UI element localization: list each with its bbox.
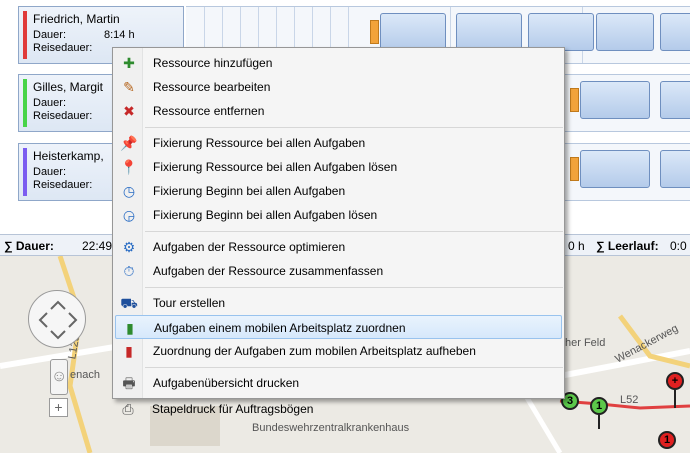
- clock-pin-icon: ◷: [122, 183, 136, 199]
- travel-block[interactable]: [570, 88, 579, 112]
- menu-item-create-tour[interactable]: ⛟ Tour erstellen: [115, 291, 562, 315]
- map-label-road: L52: [620, 394, 639, 406]
- resource-name: Heisterkamp,: [33, 149, 104, 163]
- map-label-field: her Feld: [565, 337, 606, 349]
- menu-separator: [145, 287, 563, 288]
- travel-block[interactable]: [370, 20, 379, 44]
- idle-value: 0:0: [670, 239, 687, 253]
- tour-icon: ⛟: [120, 295, 138, 311]
- travel-block[interactable]: [570, 157, 579, 181]
- menu-item-assign-mobile[interactable]: ▮ Aufgaben einem mobilen Arbeitsplatz zu…: [115, 315, 562, 339]
- travel-label: Reisedauer:: [33, 42, 93, 54]
- resource-color-bar: [23, 148, 27, 196]
- duration-value: 8:14 h: [104, 29, 135, 41]
- pan-arrows-icon: [38, 300, 78, 340]
- menu-item-optimize[interactable]: ⚙ Aufgaben der Ressource optimieren: [115, 235, 562, 259]
- resource-remove-icon: ✖: [123, 103, 135, 119]
- summarize-clock-icon: ⏱: [123, 263, 135, 279]
- menu-item-remove-resource[interactable]: ✖ Ressource entfernen: [115, 99, 562, 123]
- map-pin[interactable]: 1: [590, 397, 608, 415]
- menu-item-print-overview[interactable]: 🖶 Aufgabenübersicht drucken: [115, 371, 562, 395]
- menu-item-fix-start[interactable]: ◷ Fixierung Beginn bei allen Aufgaben: [115, 179, 562, 203]
- menu-item-fix-resource[interactable]: 📌 Fixierung Ressource bei allen Aufgaben: [115, 131, 562, 155]
- task-block[interactable]: [596, 13, 654, 51]
- batch-print-icon: ⎙: [122, 401, 134, 417]
- resource-name: Friedrich, Martin: [33, 12, 120, 26]
- map-pin-stem: [598, 415, 600, 429]
- map-label-place: enach: [70, 369, 100, 381]
- task-block[interactable]: [580, 150, 650, 188]
- map-pin-stem: [674, 390, 676, 408]
- map-pin[interactable]: 1: [658, 431, 676, 449]
- print-list-icon: 🖶: [122, 375, 136, 391]
- optimize-icon: ⚙: [122, 239, 136, 255]
- idle-label: ∑ Leerlauf:: [596, 239, 659, 253]
- mobile-assign-icon: ▮: [126, 320, 134, 336]
- menu-item-summarize[interactable]: ⏱ Aufgaben der Ressource zusammenfassen: [115, 259, 562, 283]
- sum-duration-value: 22:49: [82, 239, 113, 253]
- menu-separator: [145, 367, 563, 368]
- mid-fragment: 0 h: [568, 239, 585, 253]
- menu-item-add-resource[interactable]: ✚ Ressource hinzufügen: [115, 51, 562, 75]
- task-block[interactable]: [660, 81, 690, 119]
- clock-unpin-icon: ◶: [122, 207, 136, 223]
- menu-separator: [145, 231, 563, 232]
- task-block[interactable]: [660, 150, 690, 188]
- menu-item-edit-resource[interactable]: ✎ Ressource bearbeiten: [115, 75, 562, 99]
- resource-unpin-icon: 📍: [120, 159, 138, 175]
- street-view-pegman-icon[interactable]: ☺: [50, 359, 68, 395]
- menu-item-unfix-resource[interactable]: 📍 Fixierung Ressource bei allen Aufgaben…: [115, 155, 562, 179]
- resource-pin-icon: 📌: [120, 135, 138, 151]
- resource-color-bar: [23, 11, 27, 59]
- menu-item-unassign-mobile[interactable]: ▮ Zuordnung der Aufgaben zum mobilen Arb…: [115, 339, 562, 363]
- duration-label: Dauer:: [33, 97, 67, 109]
- travel-label: Reisedauer:: [33, 179, 93, 191]
- menu-item-batch-print[interactable]: ⎙ Stapeldruck für Auftragsbögen: [114, 397, 561, 421]
- zoom-in-button[interactable]: +: [49, 398, 68, 417]
- menu-separator: [145, 127, 563, 128]
- task-block[interactable]: [380, 13, 446, 51]
- context-menu: ✚ Ressource hinzufügen ✎ Ressource bearb…: [112, 47, 565, 399]
- resource-name: Gilles, Margit: [33, 80, 104, 94]
- map-label-hospital: Bundeswehrzentralkrankenhaus: [252, 422, 410, 434]
- resource-color-bar: [23, 79, 27, 127]
- task-block[interactable]: [660, 13, 690, 51]
- duration-label: Dauer:: [33, 166, 67, 178]
- travel-label: Reisedauer:: [33, 110, 93, 122]
- sum-duration-label: ∑ Dauer:: [4, 239, 54, 253]
- map-pan-control[interactable]: [28, 290, 86, 348]
- duration-label: Dauer:: [33, 29, 67, 41]
- menu-item-unfix-start[interactable]: ◶ Fixierung Beginn bei allen Aufgaben lö…: [115, 203, 562, 227]
- task-block[interactable]: [528, 13, 594, 51]
- resource-add-icon: ✚: [123, 55, 135, 71]
- task-block[interactable]: [456, 13, 522, 51]
- resource-edit-icon: ✎: [123, 79, 135, 95]
- task-block[interactable]: [580, 81, 650, 119]
- map-pin[interactable]: +: [666, 372, 684, 390]
- mobile-unassign-icon: ▮: [125, 343, 133, 359]
